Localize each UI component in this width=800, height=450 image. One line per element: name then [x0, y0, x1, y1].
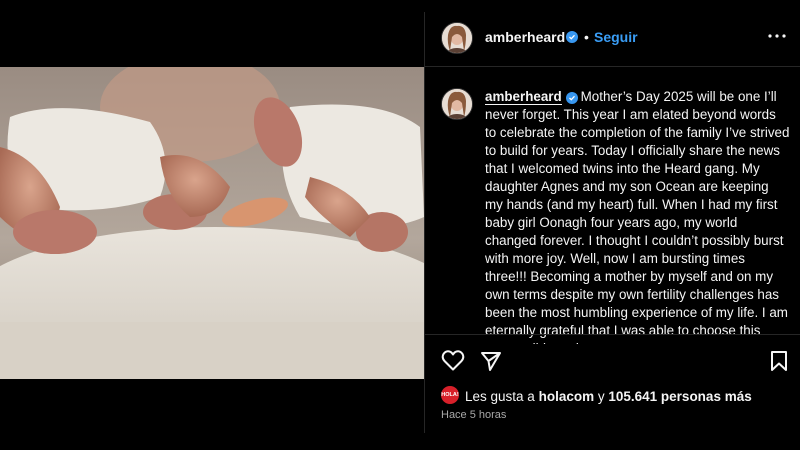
caption-username[interactable]: amberheard — [485, 89, 562, 105]
header-separator: • — [584, 29, 589, 45]
likes-count[interactable]: 105.641 personas más — [608, 389, 751, 404]
caption-text: Mother’s Day 2025 will be one I’ll never… — [485, 89, 790, 344]
more-options-icon[interactable] — [765, 24, 789, 48]
post-image[interactable] — [0, 67, 424, 379]
bookmark-icon[interactable] — [770, 350, 788, 377]
baby-feet-photo — [0, 67, 424, 379]
follow-button[interactable]: Seguir — [594, 29, 638, 45]
post-side-panel: amberheard • Seguir amberheard Mother’s D… — [424, 12, 800, 433]
actions-divider — [425, 334, 800, 335]
verified-badge-icon — [566, 31, 578, 43]
header-avatar[interactable] — [441, 22, 473, 54]
caption-avatar[interactable] — [441, 88, 473, 120]
hola-avatar-badge[interactable]: HOLA! — [441, 386, 459, 404]
send-icon[interactable] — [480, 350, 502, 377]
post-timestamp: Hace 5 horas — [441, 409, 507, 421]
likes-account[interactable]: holacom — [539, 389, 595, 404]
profile-photo — [442, 23, 472, 53]
header-divider — [425, 66, 800, 67]
verified-badge-icon — [565, 92, 578, 104]
heart-icon[interactable] — [441, 349, 465, 376]
likes-prefix: Les gusta a — [465, 389, 535, 404]
header-username[interactable]: amberheard — [485, 29, 565, 45]
post-caption: amberheard Mother’s Day 2025 will be one … — [485, 88, 790, 344]
likes-summary[interactable]: Les gusta a holacom y 105.641 personas m… — [465, 389, 752, 404]
profile-photo — [442, 89, 472, 119]
likes-connector: y — [597, 389, 605, 404]
